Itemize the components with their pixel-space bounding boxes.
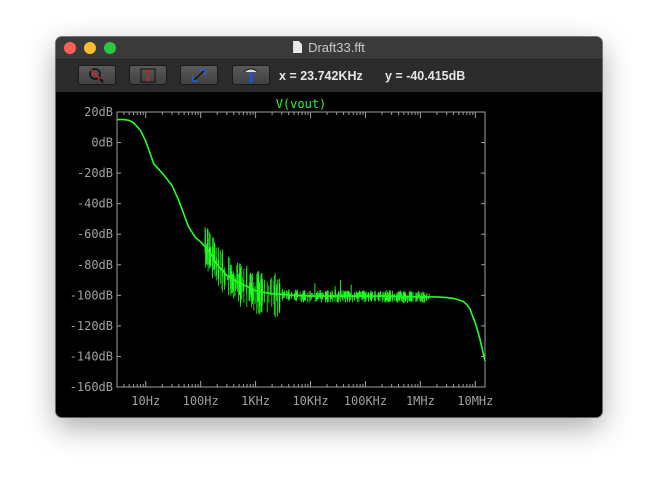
- cursor-x-readout: x = 23.742KHz: [279, 69, 363, 83]
- y-tick-label: -140dB: [70, 349, 113, 363]
- trace-line: [117, 118, 486, 362]
- x-tick-label: 10Hz: [131, 394, 160, 408]
- plot-pane[interactable]: V(vout) 20dB 0dB -20dB -40dB -60dB -80dB -100dB…: [56, 92, 602, 417]
- x-tick-label: 1MHz: [406, 394, 435, 408]
- pan-button[interactable]: [180, 65, 218, 85]
- probe-icon: [243, 68, 259, 84]
- document-icon: [293, 41, 303, 53]
- y-tick-label: -160dB: [70, 380, 113, 394]
- y-tick-label: -20dB: [77, 166, 113, 180]
- y-tick-label: -80dB: [77, 258, 113, 272]
- autorange-y-button[interactable]: [129, 65, 167, 85]
- y-tick-label: 0dB: [91, 136, 113, 150]
- fft-chart[interactable]: V(vout) 20dB 0dB -20dB -40dB -60dB -80dB -100dB…: [56, 92, 602, 417]
- zoom-cancel-icon: [89, 68, 104, 83]
- app-window: Draft33.fft x = 23.742KHz y = -40.415dB …: [56, 37, 602, 417]
- x-tick-label: 10KHz: [292, 394, 328, 408]
- plot-frame: [116, 111, 486, 388]
- y-tick-label: -100dB: [70, 288, 113, 302]
- x-tick-label: 1KHz: [241, 394, 270, 408]
- probe-button[interactable]: [232, 65, 270, 85]
- y-tick-label: 20dB: [84, 105, 113, 119]
- autorange-y-icon: [140, 68, 156, 83]
- zoom-cancel-button[interactable]: [78, 65, 116, 85]
- title-bar: Draft33.fft: [56, 37, 602, 60]
- window-title-text: Draft33.fft: [308, 40, 365, 55]
- x-tick-label: 10MHz: [457, 394, 493, 408]
- chart-title: V(vout): [276, 97, 327, 111]
- y-tick-label: -40dB: [77, 197, 113, 211]
- y-tick-label: -120dB: [70, 319, 113, 333]
- x-tick-label: 100Hz: [183, 394, 219, 408]
- toolbar: x = 23.742KHz y = -40.415dB: [56, 60, 602, 92]
- y-tick-label: -60dB: [77, 227, 113, 241]
- pan-icon: [192, 69, 206, 82]
- cursor-y-readout: y = -40.415dB: [385, 69, 466, 83]
- window-title: Draft33.fft: [56, 40, 602, 55]
- x-tick-label: 100KHz: [344, 394, 387, 408]
